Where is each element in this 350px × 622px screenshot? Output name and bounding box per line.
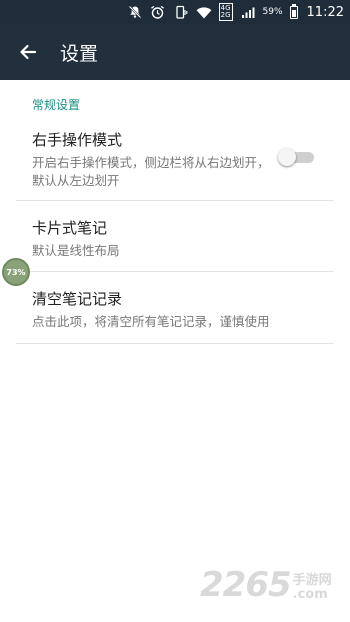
- signal-icon: [240, 4, 256, 20]
- alarm-icon: [150, 4, 166, 20]
- watermark: 2265 手游网 .com: [200, 568, 332, 602]
- status-bar: 4G 2G 59% 11:22: [0, 0, 350, 24]
- watermark-site: 手游网 .com: [293, 574, 332, 602]
- setting-subtitle: 开启右手操作模式，侧边栏将从右边划开，默认从左边划开: [32, 155, 270, 188]
- vibrate-icon: [173, 4, 189, 20]
- right-hand-mode-toggle[interactable]: [278, 148, 314, 166]
- clock: 11:22: [306, 4, 344, 20]
- watermark-site-en: .com: [292, 587, 328, 602]
- app-bar: 设置: [0, 24, 350, 80]
- page-title: 设置: [60, 42, 99, 65]
- setting-title: 卡片式笔记: [32, 219, 108, 237]
- setting-clear-notes[interactable]: 清空笔记记录 点击此项，将清空所有笔记记录，谨慎使用: [32, 289, 312, 331]
- setting-subtitle: 默认是线性布局: [32, 243, 120, 258]
- divider: [16, 200, 334, 201]
- setting-title: 清空笔记记录: [32, 290, 123, 308]
- watermark-number: 2265: [200, 565, 292, 605]
- setting-subtitle: 点击此项，将清空所有笔记记录，谨慎使用: [32, 314, 270, 329]
- battery-icon: [289, 3, 298, 19]
- section-header: 常规设置: [32, 98, 81, 112]
- network-type-indicator: 4G 2G: [218, 3, 233, 21]
- setting-card-notes[interactable]: 卡片式笔记 默认是线性布局: [32, 218, 312, 260]
- battery-percent: 59%: [262, 7, 283, 17]
- notifications-off-icon: [127, 4, 143, 20]
- setting-title: 右手操作模式: [32, 131, 123, 149]
- back-button[interactable]: [0, 24, 56, 80]
- floating-memory-badge[interactable]: 73%: [2, 258, 30, 286]
- setting-right-hand-mode[interactable]: 右手操作模式 开启右手操作模式，侧边栏将从右边划开，默认从左边划开: [32, 130, 312, 190]
- watermark-site-cn: 手游网: [292, 573, 332, 588]
- divider: [16, 271, 334, 272]
- divider: [16, 343, 334, 344]
- wifi-icon: [196, 4, 212, 20]
- badge-label: 73%: [6, 267, 26, 277]
- toggle-thumb: [278, 148, 296, 166]
- network-bottom-label: 2G: [220, 11, 231, 19]
- arrow-left-icon: [20, 44, 37, 60]
